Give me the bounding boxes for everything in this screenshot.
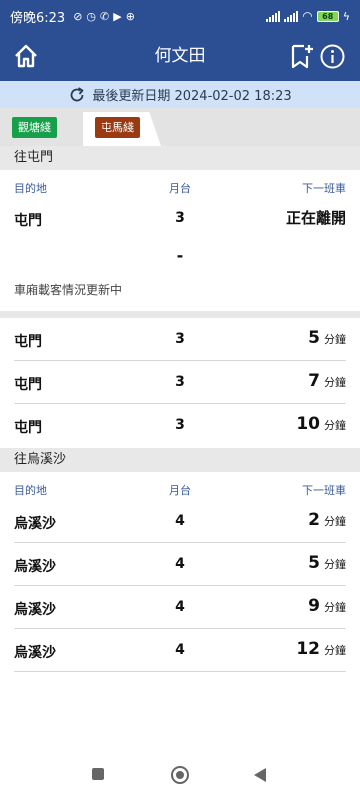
home-icon[interactable] [13, 43, 39, 69]
recent-apps-icon[interactable] [92, 768, 104, 780]
train-eta: 7 分鐘 [308, 371, 346, 391]
occupancy-status: 車廂載客情況更新中 [14, 283, 123, 297]
cell-signal-2-icon [284, 10, 299, 22]
charging-icon: ϟ [342, 9, 350, 23]
eta-unit: 分鐘 [324, 558, 346, 571]
last-update-text: 最後更新日期 2024-02-02 18:23 [92, 89, 292, 104]
eta-unit: 分鐘 [324, 515, 346, 528]
system-nav-bar [0, 752, 360, 800]
tab-kwun-tong-line[interactable]: 觀塘綫 [12, 117, 57, 138]
train-row: 烏溪沙 4 12 分鐘 [14, 629, 346, 672]
battery-icon: 68 [316, 10, 339, 22]
eta-unit: 分鐘 [324, 376, 346, 389]
train-platform: 3 [175, 331, 185, 347]
app-bar: 何文田 [0, 32, 360, 81]
train-row: 屯門 3 7 分鐘 [14, 361, 346, 404]
column-headers: 目的地 月台 下一班車 [0, 176, 360, 196]
train-platform: 4 [175, 556, 185, 572]
eta-minutes: 7 [308, 371, 320, 391]
col-next-train: 下一班車 [302, 182, 346, 195]
train-platform: 4 [175, 513, 185, 529]
eta-minutes: 2 [308, 510, 320, 530]
section-divider [0, 311, 360, 318]
train-row: 烏溪沙 4 2 分鐘 [14, 500, 346, 543]
eta-unit: 分鐘 [324, 419, 346, 432]
col-next-train: 下一班車 [302, 484, 346, 497]
train-eta: 12 分鐘 [296, 639, 346, 659]
mute-icon: ⊘ [73, 9, 83, 23]
train-eta: 2 分鐘 [308, 510, 346, 530]
wifi-icon: ◠ [302, 9, 313, 23]
eta-minutes: 5 [308, 553, 320, 573]
eta-minutes: 12 [296, 639, 320, 659]
eta-minutes: 9 [308, 596, 320, 616]
departing-status: 正在離開 [285, 209, 346, 227]
eta-unit: 分鐘 [324, 333, 346, 346]
eta-unit: 分鐘 [324, 644, 346, 657]
direction-header-tuen-mun: 往屯門 [0, 146, 360, 170]
train-platform: 3 [175, 374, 185, 390]
update-banner[interactable]: 最後更新日期 2024-02-02 18:23 [0, 81, 360, 108]
play-icon: ▶ [113, 9, 122, 23]
eta-minutes: 5 [308, 328, 320, 348]
train-eta: 10 分鐘 [296, 414, 346, 434]
eta-unit: 分鐘 [324, 601, 346, 614]
column-headers: 目的地 月台 下一班車 [0, 478, 360, 498]
train-eta: 5 分鐘 [308, 553, 346, 573]
status-time: 傍晚6:23 [10, 10, 66, 26]
alarm-icon: ◷ [86, 9, 97, 23]
train-row: 屯門 3 5 分鐘 [14, 318, 346, 361]
train-row: 屯門 3 10 分鐘 [14, 404, 346, 447]
occupancy-placeholder: - [176, 246, 184, 265]
train-platform: 4 [175, 599, 185, 615]
tab-tuen-ma-line[interactable]: 屯馬綫 [95, 117, 140, 138]
info-icon[interactable] [320, 44, 345, 69]
train-row: 烏溪沙 4 5 分鐘 [14, 543, 346, 586]
line-tab-strip: 觀塘綫 屯馬綫 [0, 108, 360, 146]
direction-header-wu-kai-sha: 往烏溪沙 [0, 448, 360, 472]
train-eta: 正在離開 [286, 207, 346, 228]
status-bar: 傍晚6:23 ⊘ ◷ ✆ ▶ ⊕ ◠ 68 ϟ [0, 0, 360, 32]
bookmark-add-icon[interactable] [290, 43, 314, 69]
train-row: 烏溪沙 4 9 分鐘 [14, 586, 346, 629]
notification-icons: ⊘ ◷ ✆ ▶ ⊕ [73, 10, 135, 23]
back-icon[interactable] [254, 768, 266, 782]
cell-signal-icon [266, 10, 281, 22]
train-row: 屯門 3 正在離開 [14, 197, 346, 240]
home-nav-icon[interactable] [171, 766, 189, 784]
eta-minutes: 10 [296, 414, 320, 434]
refresh-icon[interactable] [68, 86, 86, 104]
train-eta: 5 分鐘 [308, 328, 346, 348]
sync-icon: ⊕ [125, 9, 135, 23]
train-eta: 9 分鐘 [308, 596, 346, 616]
call-icon: ✆ [100, 9, 110, 23]
